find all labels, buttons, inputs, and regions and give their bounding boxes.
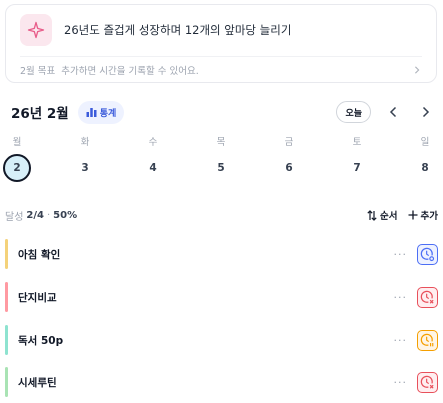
weekday-label: 월 xyxy=(12,137,22,148)
date-cell[interactable]: 3 xyxy=(71,154,99,182)
stats-label: 통계 xyxy=(99,108,117,119)
monthly-goal-card[interactable]: 26년도 즐겁게 성장하며 12개의 앞마당 늘리기 2월 목표 추가하면 시간… xyxy=(5,4,437,83)
date-cell[interactable]: 8 xyxy=(411,154,439,182)
goal-divider xyxy=(20,56,422,57)
more-icon[interactable]: ··· xyxy=(394,291,408,304)
task-title: 단지비교 xyxy=(18,291,57,304)
goal-icon-box xyxy=(20,14,52,46)
weekday-label: 수 xyxy=(148,137,158,148)
progress-separator: · xyxy=(46,209,51,221)
weekday-label: 토 xyxy=(352,137,362,148)
progress-row: 달성 2/4 · 50% 순서 추가 xyxy=(5,206,438,224)
date-row: 2 3 4 5 6 7 8 xyxy=(0,154,443,184)
sort-button[interactable]: 순서 xyxy=(367,208,398,222)
date-cell[interactable]: 2 xyxy=(3,154,31,182)
add-label: 추가 xyxy=(420,211,438,222)
task-title: 아침 확인 xyxy=(18,248,61,261)
clock-status-icon[interactable] xyxy=(417,243,438,265)
weekday-label: 화 xyxy=(80,137,90,148)
sort-label: 순서 xyxy=(380,211,398,222)
task-actions: 순서 추가 xyxy=(367,208,438,222)
task-color-bar xyxy=(5,367,8,397)
task-title: 독서 50p xyxy=(18,334,64,347)
date-cell[interactable]: 6 xyxy=(275,154,303,182)
date-cell[interactable]: 7 xyxy=(343,154,371,182)
sort-icon xyxy=(367,209,377,221)
goal-month-row[interactable]: 2월 목표 추가하면 시간을 기록할 수 있어요. xyxy=(20,59,422,81)
task-color-bar xyxy=(5,325,8,355)
more-icon[interactable]: ··· xyxy=(394,376,408,389)
progress-label: 달성 xyxy=(5,211,24,223)
clock-status-icon[interactable] xyxy=(417,329,438,351)
stats-button[interactable]: 통계 xyxy=(77,100,125,124)
weekday-label: 금 xyxy=(284,137,294,148)
task-row[interactable]: 시세루틴 ··· xyxy=(5,367,438,397)
more-icon[interactable]: ··· xyxy=(394,334,408,347)
clock-status-icon[interactable] xyxy=(417,286,438,308)
task-color-bar xyxy=(5,282,8,312)
task-row[interactable]: 독서 50p ··· xyxy=(5,325,438,355)
task-row[interactable]: 단지비교 ··· xyxy=(5,282,438,312)
goal-hint: 추가하면 시간을 기록할 수 있어요. xyxy=(61,66,199,77)
sparkle-icon xyxy=(27,21,45,39)
date-cell[interactable]: 4 xyxy=(139,154,167,182)
clock-status-icon[interactable] xyxy=(417,371,438,393)
task-color-bar xyxy=(5,239,8,269)
progress-percent: 50% xyxy=(53,209,78,221)
next-week-button[interactable] xyxy=(415,102,435,122)
plus-icon xyxy=(408,210,418,220)
prev-week-button[interactable] xyxy=(383,102,403,122)
chevron-right-icon xyxy=(422,106,429,118)
more-icon[interactable]: ··· xyxy=(394,248,408,261)
weekday-label: 목 xyxy=(216,137,226,148)
task-title: 시세루틴 xyxy=(18,376,57,389)
goal-header: 26년도 즐겁게 성장하며 12개의 앞마당 늘리기 xyxy=(6,5,436,55)
goal-title: 26년도 즐겁게 성장하며 12개의 앞마당 늘리기 xyxy=(64,23,292,37)
goal-month-label: 2월 목표 xyxy=(20,66,56,77)
weekday-row: 월 화 수 목 금 토 일 xyxy=(0,134,443,150)
weekday-label: 일 xyxy=(420,137,430,148)
task-row[interactable]: 아침 확인 ··· xyxy=(5,239,438,269)
date-cell[interactable]: 5 xyxy=(207,154,235,182)
calendar-header: 26년 2월 통계 오늘 xyxy=(11,100,435,124)
month-label: 26년 2월 xyxy=(11,106,69,122)
chevron-left-icon xyxy=(389,106,396,118)
chevron-right-icon[interactable] xyxy=(412,65,422,75)
today-button[interactable]: 오늘 xyxy=(336,101,371,123)
progress-count: 2/4 xyxy=(26,209,44,221)
add-task-button[interactable]: 추가 xyxy=(408,208,438,222)
bar-chart-icon xyxy=(86,108,97,117)
